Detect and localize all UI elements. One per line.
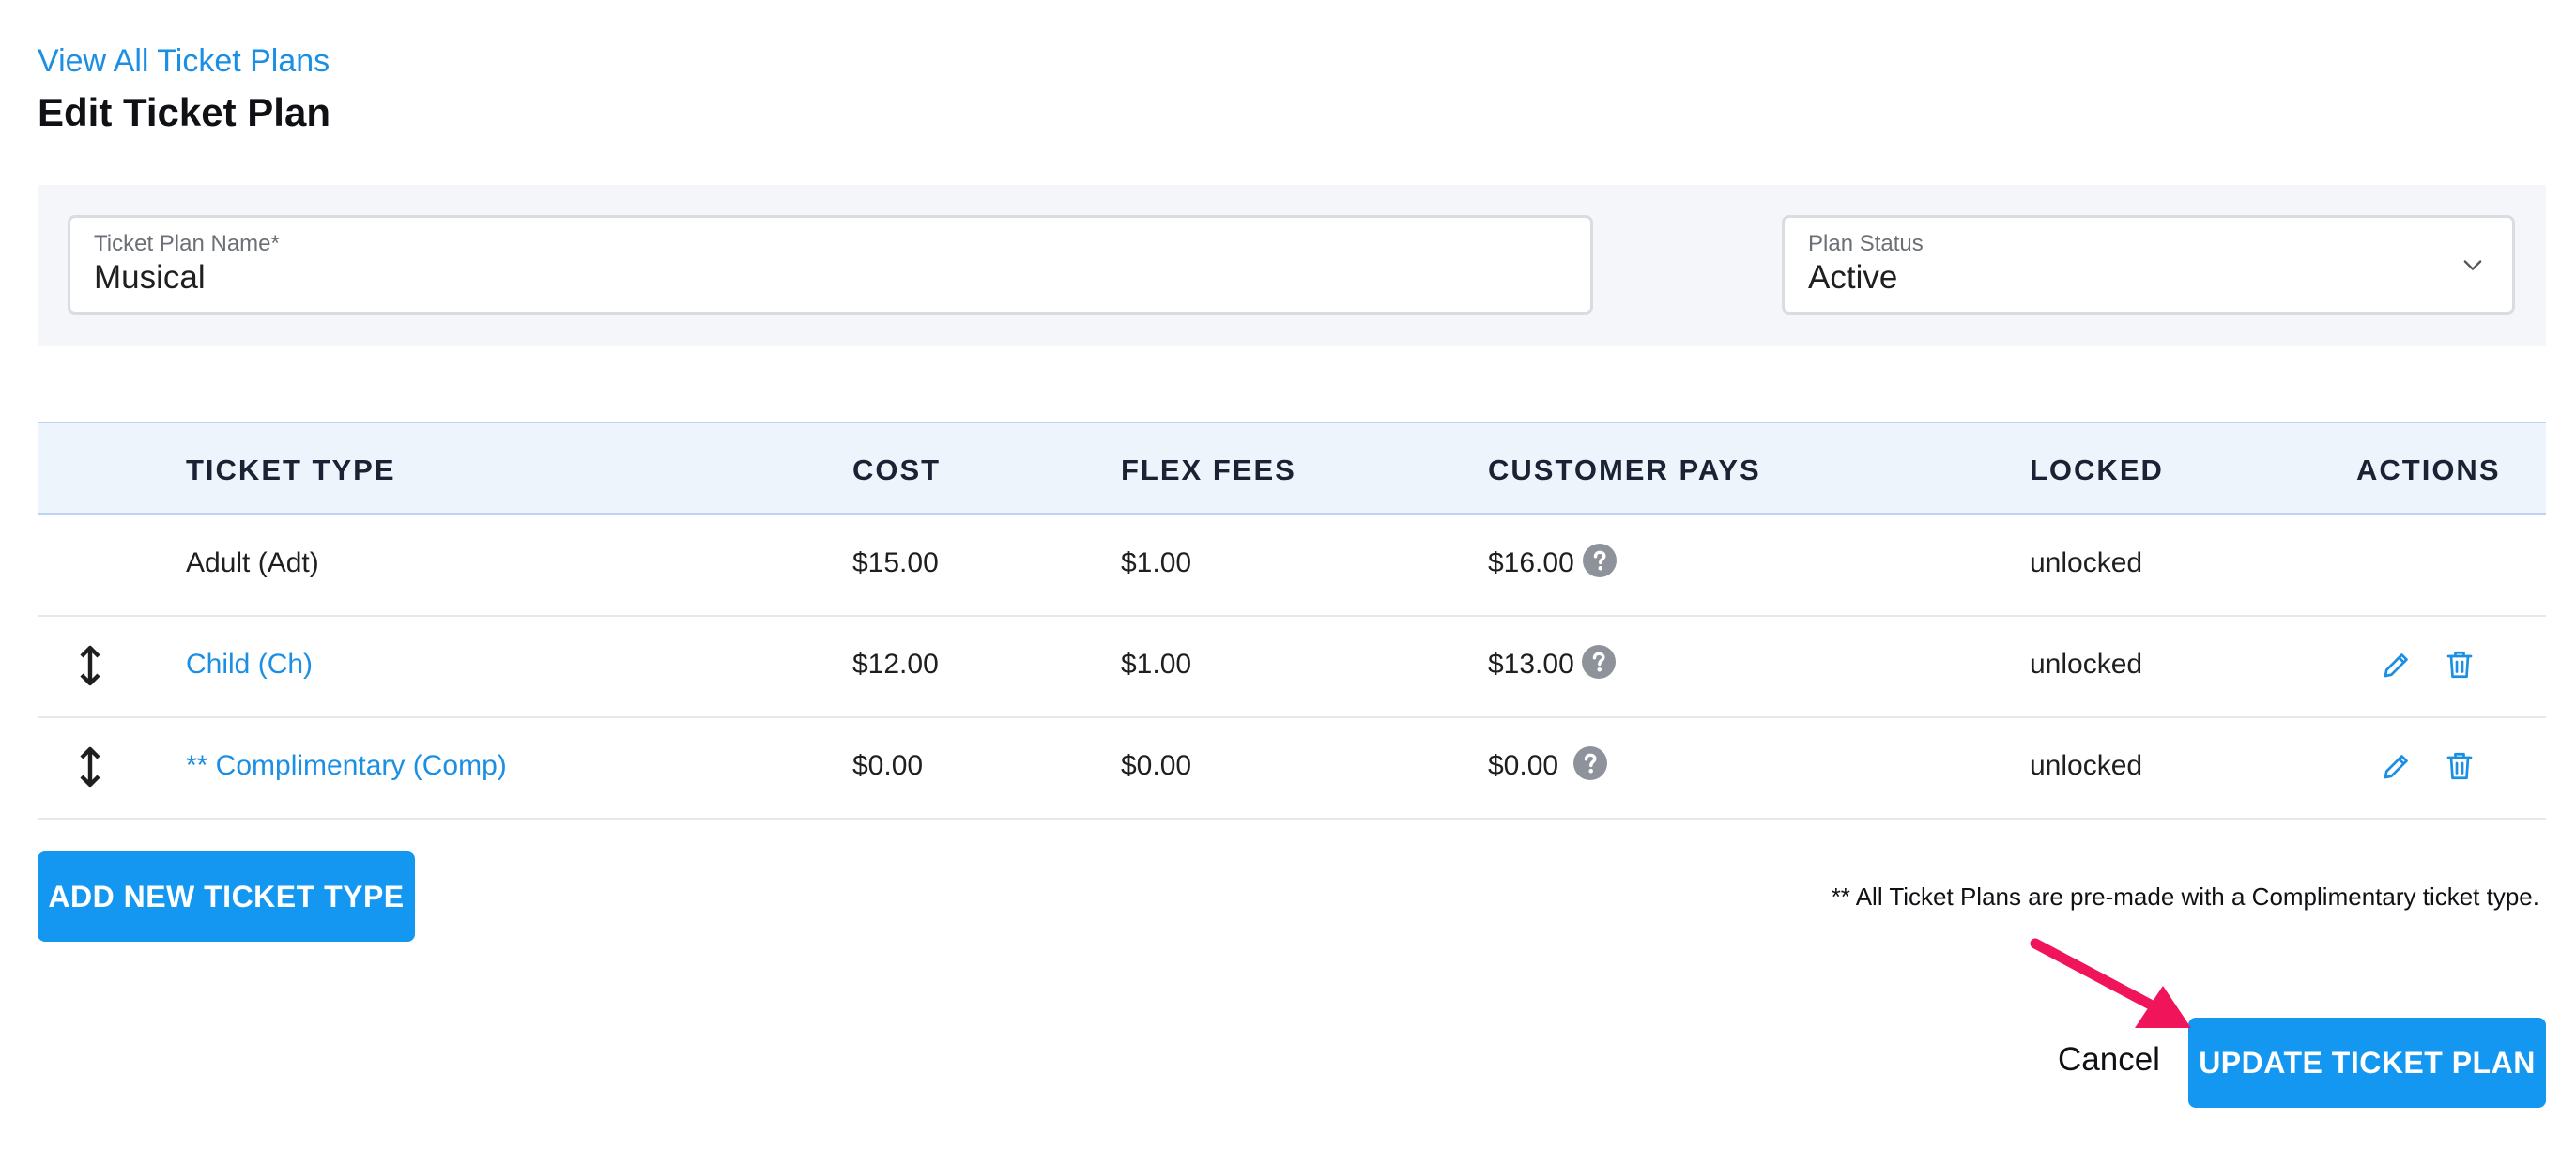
- flex-fees-value: $1.00: [1121, 649, 1192, 680]
- locked-status: unlocked: [2030, 750, 2143, 781]
- ticket-types-table-header: TICKET TYPE COST FLEX FEES CUSTOMER PAYS…: [38, 422, 2546, 515]
- ticket-plan-name-input[interactable]: [94, 259, 1540, 297]
- column-customer-pays: CUSTOMER PAYS: [1488, 453, 1761, 486]
- drag-handle-icon[interactable]: [75, 746, 105, 788]
- column-actions: ACTIONS: [2356, 453, 2501, 486]
- flex-fees-value: $1.00: [1121, 547, 1192, 578]
- arrow-annotation: [2030, 938, 2191, 1028]
- trash-icon[interactable]: [2443, 648, 2476, 682]
- complimentary-note: ** All Ticket Plans are pre-made with a …: [1831, 882, 2539, 911]
- page-title: Edit Ticket Plan: [38, 90, 330, 134]
- plan-status-select[interactable]: Plan Status Active: [1782, 215, 2515, 315]
- table-row: Child (Ch) $12.00 $1.00 $13.00 unlocked: [38, 617, 2546, 718]
- ticket-plan-name-label: Ticket Plan Name*: [94, 231, 280, 256]
- cost-value: $0.00: [852, 750, 924, 781]
- ticket-type-link[interactable]: Child (Ch): [186, 649, 313, 681]
- plan-status-label: Plan Status: [1808, 231, 1924, 256]
- cost-value: $12.00: [852, 649, 939, 680]
- column-ticket-type: TICKET TYPE: [186, 453, 396, 486]
- trash-icon[interactable]: [2443, 749, 2476, 783]
- view-all-ticket-plans-link[interactable]: View All Ticket Plans: [38, 43, 330, 80]
- column-cost: COST: [852, 453, 942, 486]
- cancel-button[interactable]: Cancel: [2058, 1041, 2160, 1079]
- update-ticket-plan-button[interactable]: UPDATE TICKET PLAN: [2188, 1018, 2546, 1108]
- question-circle-icon[interactable]: [1573, 746, 1607, 780]
- chevron-down-icon: [2463, 260, 2482, 270]
- column-flex-fees: FLEX FEES: [1121, 453, 1296, 486]
- pencil-icon[interactable]: [2380, 749, 2414, 783]
- ticket-type-link[interactable]: ** Complimentary (Comp): [186, 750, 507, 782]
- locked-status: unlocked: [2030, 547, 2143, 578]
- column-locked: LOCKED: [2030, 453, 2164, 486]
- customer-pays-value: $16.00: [1488, 547, 1574, 578]
- customer-pays-value: $13.00: [1488, 649, 1574, 680]
- question-circle-icon[interactable]: [1583, 544, 1617, 577]
- plan-status-value: Active: [1808, 259, 1898, 296]
- pencil-icon[interactable]: [2380, 648, 2414, 682]
- cost-value: $15.00: [852, 547, 939, 578]
- add-new-ticket-type-button[interactable]: ADD NEW TICKET TYPE: [38, 851, 415, 942]
- plan-form-panel: Ticket Plan Name* Plan Status Active: [38, 185, 2546, 346]
- flex-fees-value: $0.00: [1121, 750, 1192, 781]
- locked-status: unlocked: [2030, 649, 2143, 680]
- ticket-plan-name-field[interactable]: Ticket Plan Name*: [68, 215, 1593, 315]
- table-row: ** Complimentary (Comp) $0.00 $0.00 $0.0…: [38, 718, 2546, 820]
- ticket-type-name: Adult (Adt): [186, 547, 319, 578]
- question-circle-icon[interactable]: [1582, 645, 1616, 679]
- customer-pays-value: $0.00: [1488, 750, 1559, 781]
- drag-handle-icon[interactable]: [75, 645, 105, 686]
- table-row: Adult (Adt) $15.00 $1.00 $16.00 unlocked: [38, 515, 2546, 617]
